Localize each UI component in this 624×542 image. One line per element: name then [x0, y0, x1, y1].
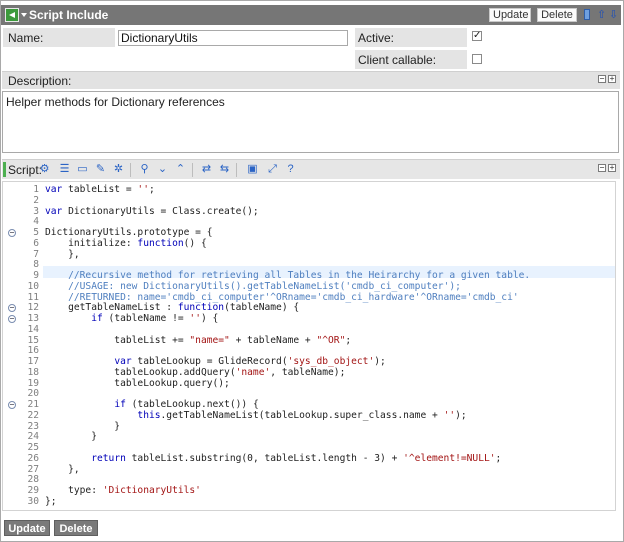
toolbar-separator: [192, 163, 193, 177]
help-icon[interactable]: ?: [284, 163, 297, 176]
comment-icon[interactable]: ▭: [76, 163, 89, 176]
client-callable-checkbox[interactable]: [472, 54, 482, 64]
client-callable-label: Client callable:: [358, 53, 437, 67]
fold-toggle-icon[interactable]: −: [8, 229, 16, 237]
form-header: Script Include Update Delete ⇧ ⇩: [1, 5, 621, 25]
context-menu-caret-icon[interactable]: [21, 13, 27, 17]
toolbar-separator: [130, 163, 131, 177]
collapse-icon[interactable]: −: [598, 164, 606, 172]
checkmark-icon: ✓: [473, 30, 482, 41]
fold-toggle-icon[interactable]: −: [8, 304, 16, 313]
trash-icon[interactable]: [584, 9, 590, 20]
script-label: Script:: [8, 163, 43, 177]
header-update-button[interactable]: Update: [489, 8, 531, 22]
search-icon[interactable]: ⚲: [138, 163, 151, 176]
arrow-down-icon[interactable]: ⇩: [609, 9, 618, 21]
format-code-icon[interactable]: ☰: [58, 163, 71, 176]
code-text: };: [45, 495, 57, 507]
name-input[interactable]: [118, 30, 348, 46]
footer-update-button[interactable]: Update: [4, 520, 50, 536]
collapse-icon[interactable]: −: [598, 75, 606, 83]
save-icon[interactable]: ▣: [246, 163, 259, 176]
chevron-down-icon[interactable]: ⌄: [156, 163, 169, 176]
mandatory-indicator: [3, 162, 6, 177]
expand-icon[interactable]: +: [608, 75, 616, 83]
description-label: Description:: [8, 74, 72, 88]
arrow-up-icon[interactable]: ⇧: [597, 9, 606, 21]
code-line[interactable]: 30};: [3, 496, 613, 508]
fold-toggle-icon[interactable]: −: [8, 315, 16, 323]
replace-icon[interactable]: ⇄: [200, 163, 213, 176]
form-title: Script Include: [29, 8, 109, 22]
name-label: Name:: [8, 31, 44, 45]
fullscreen-icon[interactable]: ⤢: [266, 163, 279, 176]
chevron-up-icon[interactable]: ⌃: [174, 163, 187, 176]
toolbar-separator: [236, 163, 237, 177]
toggle-syntax-icon[interactable]: ⚙: [38, 163, 51, 176]
back-arrow-icon[interactable]: [5, 8, 19, 22]
script-toolbar: Script: ⚙ ☰ ▭ ✎ ✲ ⚲ ⌄ ⌃ ⇄ ⇆ ▣ ⤢ ? − +: [2, 159, 620, 179]
footer-delete-button[interactable]: Delete: [54, 520, 98, 536]
description-text: Helper methods for Dictionary references: [6, 95, 225, 109]
active-checkbox[interactable]: ✓: [472, 31, 482, 41]
header-delete-button[interactable]: Delete: [537, 8, 577, 22]
script-debugger-icon[interactable]: ✲: [112, 163, 125, 176]
check-syntax-icon[interactable]: ✎: [94, 163, 107, 176]
script-editor[interactable]: 1 var tableList = ''; 2 3 var DictionaryUtil…: [2, 181, 616, 511]
expand-icon[interactable]: +: [608, 164, 616, 172]
line-number: 30: [27, 495, 39, 507]
replace-all-icon[interactable]: ⇆: [218, 163, 231, 176]
fold-toggle-icon[interactable]: −: [8, 401, 16, 409]
description-textarea[interactable]: Helper methods for Dictionary references: [2, 91, 619, 153]
active-label: Active:: [358, 31, 395, 45]
description-header: Description: − +: [2, 71, 620, 89]
